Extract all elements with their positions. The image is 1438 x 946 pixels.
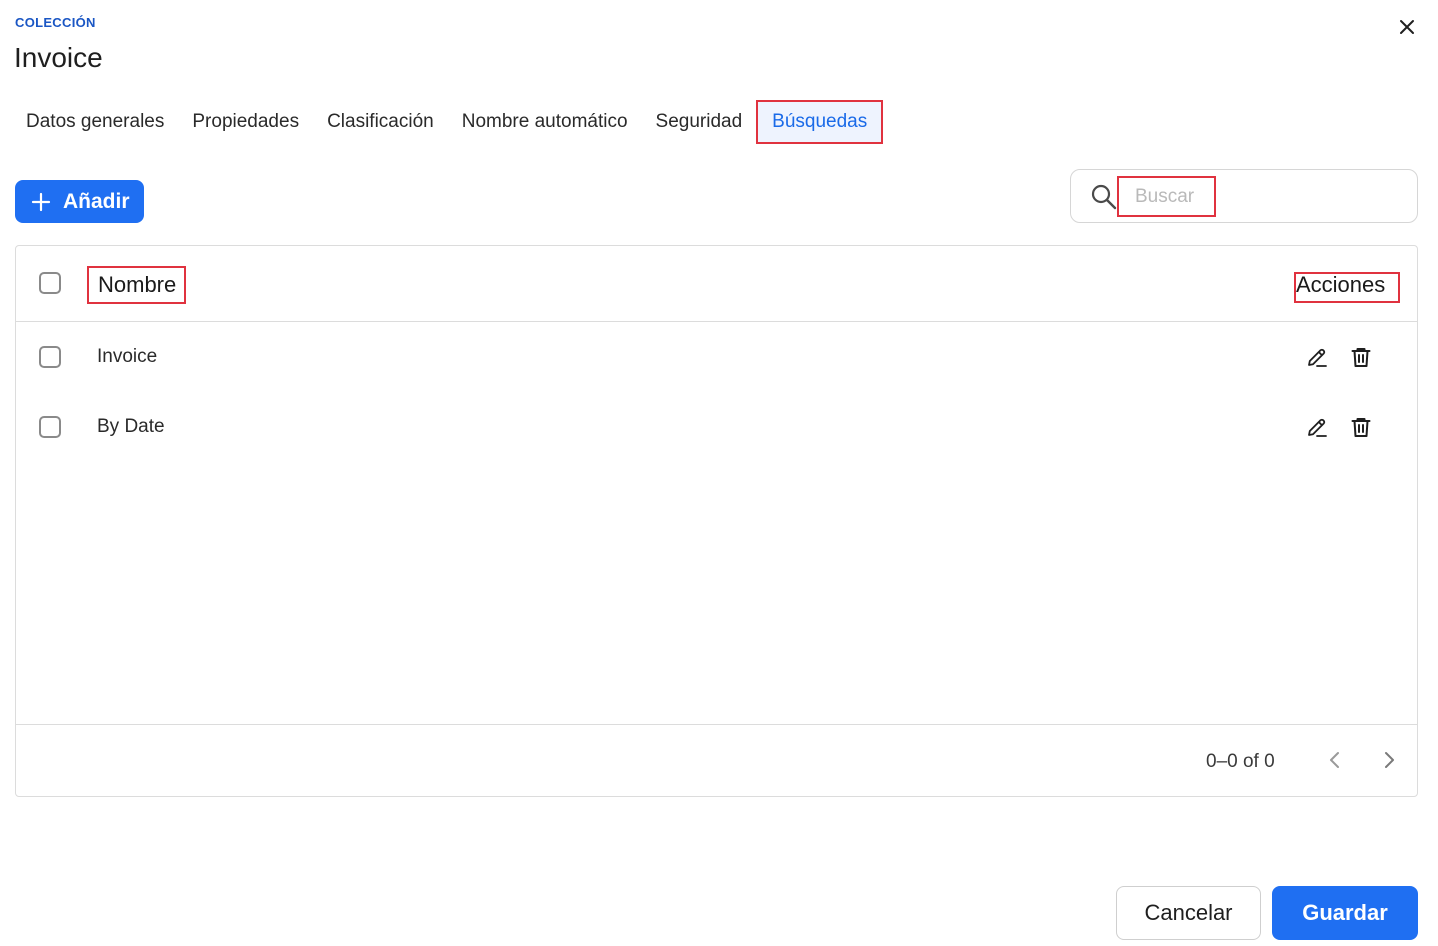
tab-nombre-automatico[interactable]: Nombre automático	[448, 100, 642, 144]
tab-datos-generales[interactable]: Datos generales	[12, 100, 178, 144]
close-icon	[1400, 20, 1414, 34]
search-input-wrap	[1117, 176, 1216, 217]
tab-seguridad[interactable]: Seguridad	[642, 100, 757, 144]
chevron-left-icon[interactable]	[1324, 749, 1346, 771]
add-button-label: Añadir	[63, 189, 130, 213]
save-button[interactable]: Guardar	[1272, 886, 1418, 940]
edit-icon[interactable]	[1306, 416, 1328, 438]
table-pagination: 0–0 of 0	[16, 724, 1417, 797]
table-row: Invoice	[16, 322, 1417, 392]
search-box	[1070, 169, 1418, 223]
cancel-button[interactable]: Cancelar	[1116, 886, 1261, 940]
searches-table: Nombre Acciones Invoice By Date 0–0 of 0	[15, 245, 1418, 797]
chevron-right-icon[interactable]	[1378, 749, 1400, 771]
trash-icon[interactable]	[1350, 346, 1372, 368]
search-icon	[1091, 184, 1117, 210]
pagination-range: 0–0 of 0	[1206, 750, 1275, 772]
close-button[interactable]	[1394, 14, 1420, 40]
page-title: Invoice	[14, 42, 103, 73]
tab-clasificacion[interactable]: Clasificación	[313, 100, 448, 144]
plus-icon	[31, 192, 51, 211]
table-header: Nombre Acciones	[16, 246, 1417, 322]
tab-bar: Datos generales Propiedades Clasificació…	[12, 100, 884, 144]
column-header-actions: Acciones	[1294, 272, 1400, 303]
trash-icon[interactable]	[1350, 416, 1372, 438]
row-checkbox[interactable]	[39, 416, 61, 438]
column-header-name[interactable]: Nombre	[87, 266, 186, 304]
edit-icon[interactable]	[1306, 346, 1328, 368]
row-checkbox[interactable]	[39, 346, 61, 368]
add-button[interactable]: Añadir	[15, 180, 144, 223]
search-input[interactable]	[1119, 178, 1214, 215]
row-name: By Date	[97, 416, 165, 437]
tab-busquedas[interactable]: Búsquedas	[756, 100, 884, 144]
row-name: Invoice	[97, 346, 158, 367]
table-row: By Date	[16, 392, 1417, 462]
dialog-eyebrow: COLECCIÓN	[15, 15, 96, 30]
select-all-checkbox[interactable]	[39, 272, 61, 294]
tab-propiedades[interactable]: Propiedades	[178, 100, 313, 144]
